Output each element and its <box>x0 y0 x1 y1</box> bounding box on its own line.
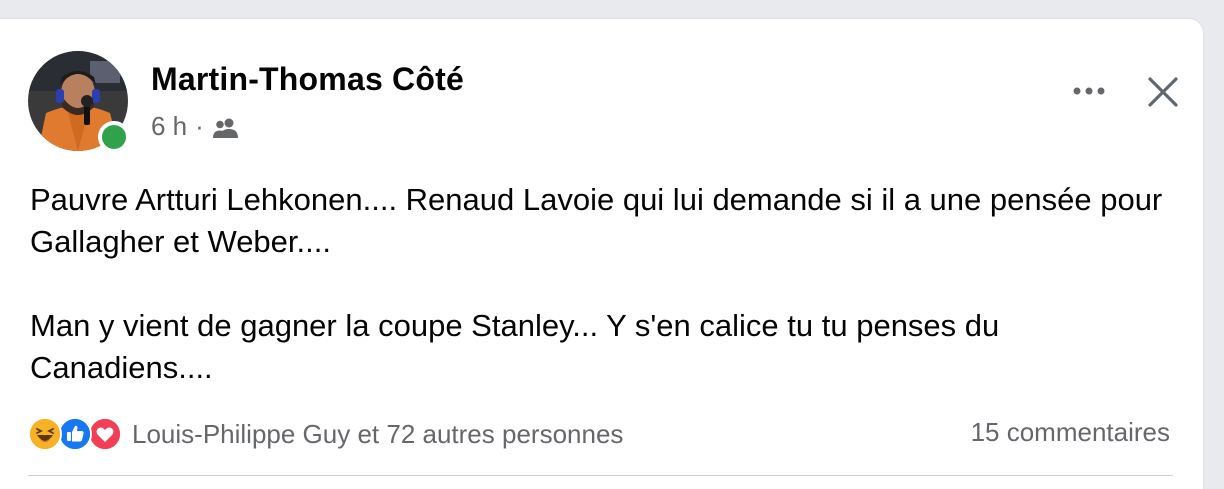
post-timestamp[interactable]: 6 h <box>151 111 187 142</box>
post-paragraph: Pauvre Artturi Lehkonen.... Renaud Lavoi… <box>30 182 1163 259</box>
friends-icon[interactable] <box>212 115 240 138</box>
comments-count[interactable]: 15 commentaires <box>971 417 1170 448</box>
close-button[interactable] <box>1140 69 1186 115</box>
more-horizontal-icon <box>1073 87 1105 95</box>
haha-icon <box>28 417 62 451</box>
online-status-indicator <box>98 121 130 153</box>
more-options-button[interactable] <box>1066 71 1112 111</box>
close-icon <box>1148 77 1178 107</box>
divider <box>28 475 1173 476</box>
reactions-summary[interactable]: Louis-Philippe Guy et 72 autres personne… <box>28 414 623 454</box>
reactors-text[interactable]: Louis-Philippe Guy et 72 autres personne… <box>132 419 623 450</box>
post-meta: 6 h · <box>151 111 240 141</box>
meta-separator: · <box>195 110 204 141</box>
post-body: Pauvre Artturi Lehkonen.... Renaud Lavoi… <box>30 179 1180 389</box>
author-name[interactable]: Martin-Thomas Côté <box>151 61 464 98</box>
reaction-icons <box>28 416 128 452</box>
love-icon <box>88 417 122 451</box>
post-paragraph: Man y vient de gagner la coupe Stanley..… <box>30 308 1000 385</box>
post-card: Martin-Thomas Côté 6 h · Pauvre Artturi … <box>0 19 1203 489</box>
like-icon <box>58 417 92 451</box>
